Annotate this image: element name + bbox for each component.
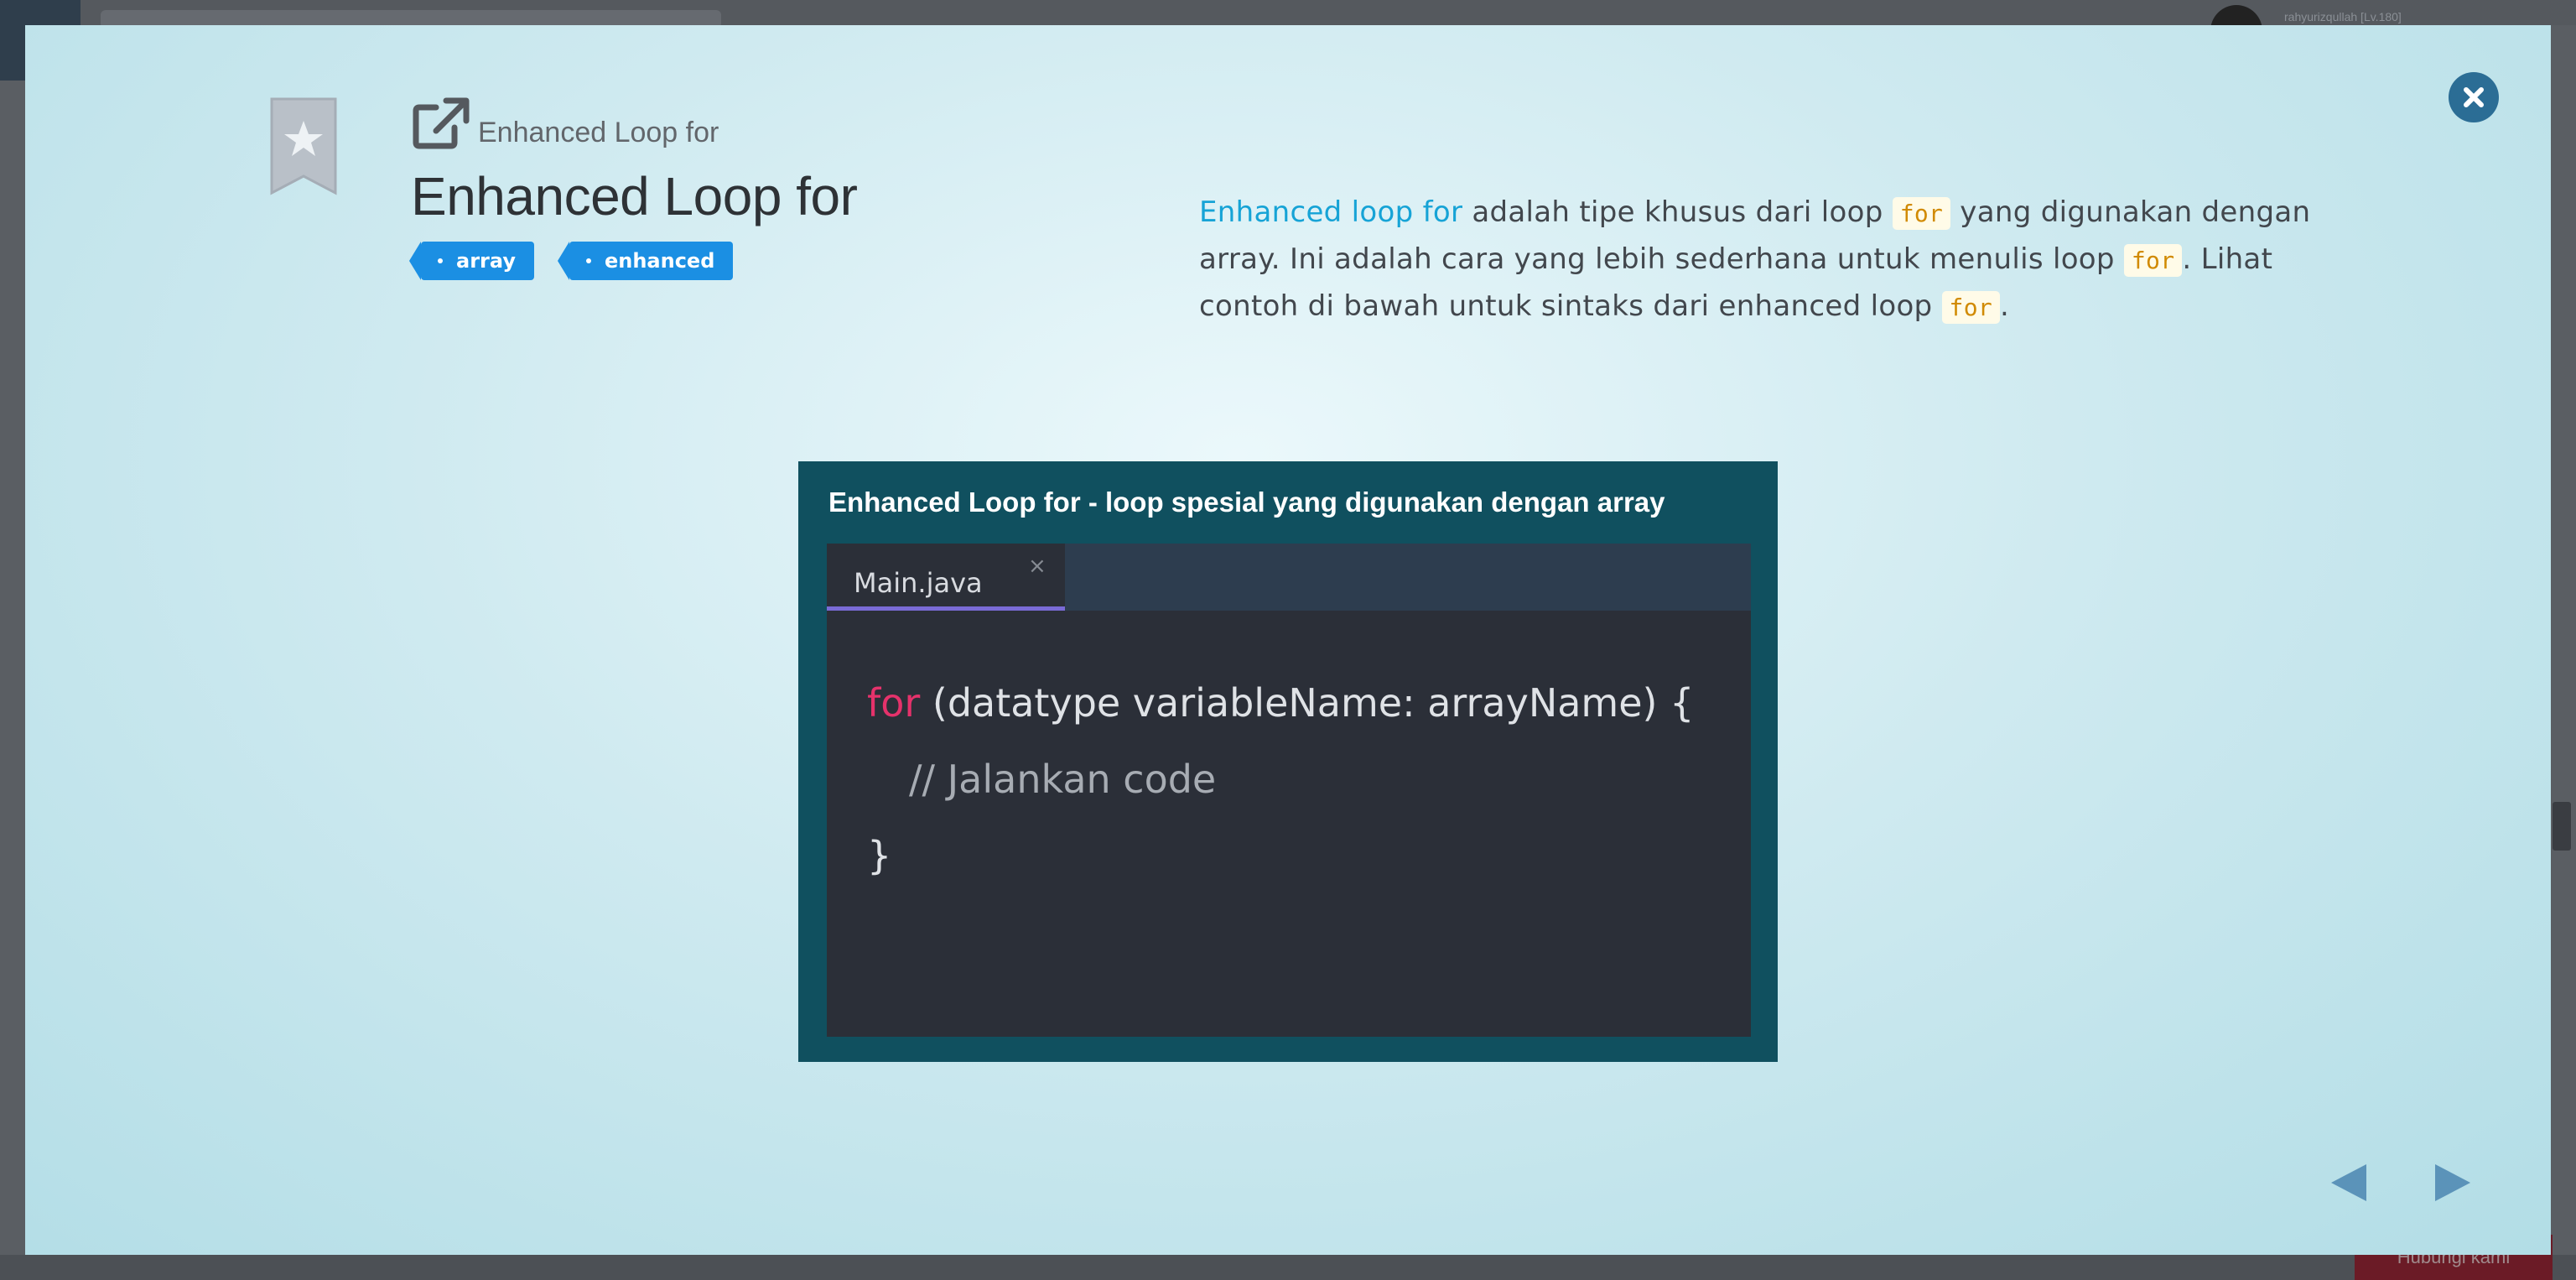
tab-close-icon[interactable]: ×: [1028, 555, 1046, 577]
inline-code: for: [1941, 291, 2001, 324]
file-tab-label: Main.java: [854, 567, 983, 599]
lesson-subtitle: Enhanced Loop for: [478, 117, 719, 148]
card-title: Enhanced Loop for - loop spesial yang di…: [828, 487, 1665, 518]
background-username: rahyurizqullah [Lv.180]: [2284, 10, 2402, 23]
inline-code: for: [2123, 244, 2183, 277]
file-tab-main-java[interactable]: Main.java ×: [827, 544, 1065, 611]
description-text: adalah tipe khusus dari loop: [1462, 195, 1893, 229]
code-comment: // Jalankan code: [909, 757, 1217, 802]
tag-enhanced[interactable]: enhanced: [557, 242, 734, 280]
inline-code: for: [1892, 197, 1951, 230]
bookmark-button[interactable]: [268, 97, 339, 196]
bookmark-star-icon: [270, 97, 337, 195]
external-link-icon[interactable]: [411, 96, 471, 151]
subtitle-row: Enhanced Loop for: [411, 91, 857, 151]
tag-list: array enhanced: [409, 242, 857, 280]
lesson-header: Enhanced Loop for Enhanced Loop for arra…: [409, 91, 858, 280]
next-button[interactable]: [2428, 1159, 2475, 1206]
code-line: for (datatype variableName: arrayName) {: [867, 678, 1694, 754]
description-highlight: Enhanced loop for: [1199, 195, 1463, 229]
code-line: }: [867, 830, 1694, 907]
background-scrollbar: [2553, 802, 2571, 851]
arrow-right-icon: [2435, 1164, 2470, 1201]
code-body: for (datatype variableName: arrayName) {…: [867, 678, 1694, 907]
tag-array[interactable]: array: [409, 242, 534, 280]
code-text: }: [867, 833, 892, 878]
close-icon: [2464, 87, 2484, 107]
code-line: // Jalankan code: [867, 754, 1694, 830]
lesson-modal: Enhanced Loop for Enhanced Loop for arra…: [25, 25, 2551, 1255]
background-bottombar: [0, 1255, 2576, 1280]
code-keyword: for: [867, 680, 921, 726]
previous-button[interactable]: [2326, 1159, 2373, 1206]
close-button[interactable]: [2449, 72, 2499, 122]
editor-tab-bar: Main.java ×: [827, 544, 1751, 611]
page-title: Enhanced Loop for: [411, 166, 858, 226]
code-text: (datatype variableName: arrayName) {: [920, 680, 1695, 726]
code-example-card: Enhanced Loop for - loop spesial yang di…: [798, 461, 1778, 1062]
lesson-description: Enhanced loop for adalah tipe khusus dar…: [1199, 190, 2323, 330]
description-text: .: [2000, 289, 2010, 323]
code-editor: Main.java × for (datatype variableName: …: [827, 544, 1751, 1037]
arrow-left-icon: [2331, 1164, 2366, 1201]
